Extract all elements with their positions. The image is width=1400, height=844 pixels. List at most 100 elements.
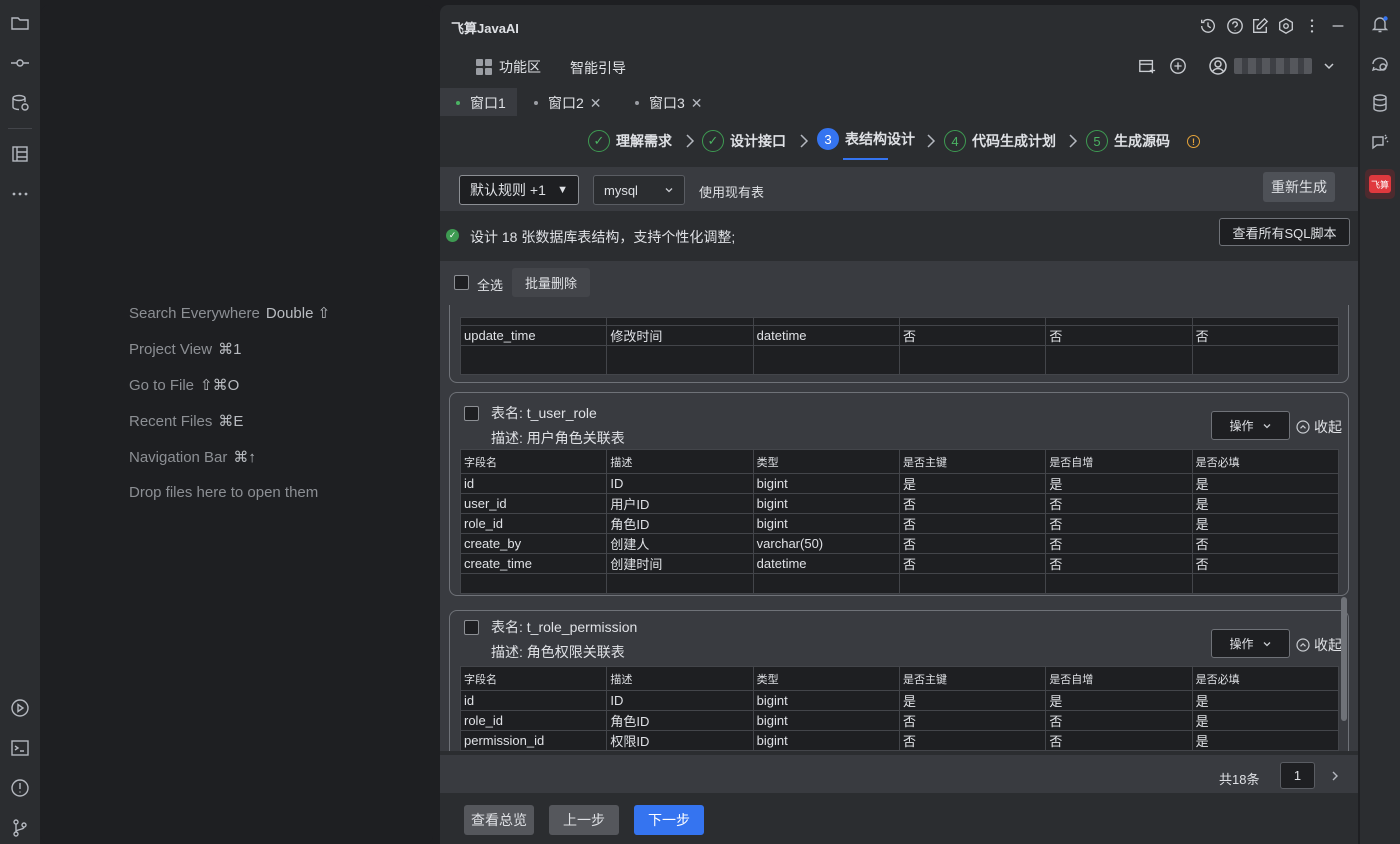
dropdown-arrow-icon: ▼ [557, 184, 568, 196]
view-sql-button[interactable]: 查看所有SQL脚本 [1219, 218, 1350, 246]
folder-icon[interactable] [8, 11, 32, 35]
problems-icon[interactable] [8, 776, 32, 800]
table-row: role_id 角色ID bigint 否否是 [459, 710, 1340, 731]
page-number[interactable]: 1 [1280, 762, 1315, 789]
more-icon[interactable] [8, 182, 32, 206]
step-label: 理解需求 [616, 133, 672, 149]
db-select-value: mysql [604, 182, 638, 198]
left-tool-rail [0, 0, 40, 844]
ai-chat-icon[interactable] [1368, 52, 1392, 76]
chevron-right-icon [686, 134, 695, 148]
notifications-icon[interactable] [1368, 12, 1392, 36]
operations-label: 操作 [1229, 419, 1254, 433]
select-all-checkbox[interactable] [454, 275, 469, 290]
table-row: user_id 用户ID bigint 否否是 [459, 493, 1340, 514]
database-tools-icon[interactable] [8, 91, 32, 115]
help-icon[interactable] [1225, 16, 1245, 36]
operations-button[interactable]: 操作 [1211, 629, 1290, 658]
user-avatar-icon [1209, 57, 1227, 75]
ai-assistant-icon[interactable] [1368, 131, 1392, 155]
tab-status-dot [635, 101, 639, 105]
settings-icon[interactable] [1276, 16, 1296, 36]
hint-drop-files: Drop files here to open them [129, 484, 319, 501]
overview-button[interactable]: 查看总览 [464, 805, 534, 835]
table-row: role_id 角色ID bigint 否否是 [459, 513, 1340, 534]
chevron-right-icon [800, 134, 809, 148]
check-icon: ✓ [702, 130, 724, 152]
chevron-down-icon [1324, 63, 1334, 70]
history-icon[interactable] [1198, 16, 1218, 36]
commit-icon[interactable] [8, 51, 32, 75]
features-nav[interactable]: 功能区 [476, 57, 541, 77]
edit-icon[interactable] [1250, 16, 1270, 36]
step-number: 5 [1086, 130, 1108, 152]
minimize-icon[interactable] [1328, 16, 1348, 36]
tab-window-2[interactable]: 窗口2 ✕ [534, 90, 602, 116]
collapse-button[interactable]: 收起 [1296, 417, 1342, 437]
git-branch-icon[interactable] [8, 816, 32, 840]
chevron-down-icon [1263, 423, 1270, 428]
feisuan-logo-icon: 飞算 [1369, 175, 1391, 193]
table-checkbox[interactable] [464, 406, 479, 421]
prev-step-button[interactable]: 上一步 [549, 805, 619, 835]
table-card-partial: update_time 修改时间 datetime 否 否 否 [449, 305, 1349, 383]
guide-nav[interactable]: 智能引导 [570, 58, 626, 78]
user-menu[interactable] [1208, 56, 1336, 76]
next-page-icon[interactable] [1329, 769, 1341, 783]
run-icon[interactable] [8, 696, 32, 720]
step-number: 4 [944, 130, 966, 152]
table-row: id ID bigint 是是是 [459, 473, 1340, 494]
structure-icon[interactable] [8, 142, 32, 166]
step-table-design[interactable]: 3 表结构设计 [817, 126, 915, 152]
feisuan-plugin-button[interactable]: 飞算 [1365, 169, 1395, 199]
tab-window-3[interactable]: 窗口3 ✕ [635, 90, 703, 116]
feisuan-panel: 飞算JavaAI 功能区 智能引导 窗口1 窗口2 ✕ 窗口3 ✕ ✓ 理解需求… [440, 5, 1358, 844]
design-summary-text: 设计 18 张数据库表结构，支持个性化调整; [470, 229, 736, 245]
next-step-button[interactable]: 下一步 [634, 805, 704, 835]
design-toolbar: 默认规则 +1 ▼ mysql 使用现有表 重新生成 [440, 167, 1358, 211]
step-api-design[interactable]: ✓ 设计接口 [702, 128, 786, 154]
use-existing-table[interactable]: 使用现有表 [699, 182, 764, 201]
chevron-down-icon [665, 188, 673, 193]
table-desc: 描述: 角色权限关联表 [491, 644, 625, 660]
database-icon[interactable] [1368, 91, 1392, 115]
step-label: 生成源码 [1114, 133, 1170, 149]
step-generate-source[interactable]: 5 生成源码 [1086, 128, 1170, 154]
more-options-icon[interactable] [1302, 16, 1322, 36]
table-header-row: 字段名 描述 类型 是否主键 是否自增 是否必填 [459, 666, 1340, 691]
hint-search-everywhere: Search Everywhere Double ⇧ [129, 305, 331, 322]
new-window-icon[interactable] [1137, 56, 1157, 76]
batch-delete-button[interactable]: 批量删除 [512, 268, 590, 297]
panel-title: 飞算JavaAI [451, 21, 519, 36]
add-icon[interactable] [1168, 56, 1188, 76]
operations-button[interactable]: 操作 [1211, 411, 1290, 440]
editor-empty-state: Search Everywhere Double ⇧ Project View ⌘1… [41, 5, 433, 844]
db-select[interactable]: mysql [593, 175, 685, 205]
table-header-row: 字段名 描述 类型 是否主键 是否自增 是否必填 [459, 449, 1340, 474]
step-understand[interactable]: ✓ 理解需求 [588, 128, 672, 154]
grid-icon [476, 59, 492, 75]
tab-label: 窗口2 [548, 95, 584, 111]
design-summary-bar: ✓ 设计 18 张数据库表结构，支持个性化调整; 查看所有SQL脚本 [440, 211, 1358, 261]
step-code-plan[interactable]: 4 代码生成计划 [944, 128, 1056, 154]
step-label: 代码生成计划 [972, 133, 1056, 149]
table-row: create_by 创建人 varchar(50) 否否否 [459, 533, 1340, 554]
table-row: id ID bigint 是是是 [459, 690, 1340, 711]
step-label: 设计接口 [730, 133, 786, 149]
active-step-underline [843, 158, 888, 160]
close-icon[interactable]: ✕ [590, 95, 602, 112]
table-checkbox[interactable] [464, 620, 479, 635]
close-icon[interactable]: ✕ [691, 95, 703, 112]
terminal-icon[interactable] [8, 736, 32, 760]
collapse-up-icon [1296, 420, 1310, 434]
select-all-label: 全选 [477, 278, 504, 293]
hint-navigation-bar: Navigation Bar ⌘↑ [129, 449, 256, 466]
regenerate-button[interactable]: 重新生成 [1263, 172, 1335, 202]
tab-status-dot [456, 101, 460, 105]
rule-select[interactable]: 默认规则 +1 ▼ [459, 175, 579, 205]
info-icon[interactable]: ! [1187, 135, 1200, 148]
tab-window-1[interactable]: 窗口1 [456, 90, 506, 116]
table-list: update_time 修改时间 datetime 否 否 否 表名: t_us… [440, 305, 1358, 751]
scrollbar-thumb[interactable] [1341, 597, 1347, 721]
collapse-button[interactable]: 收起 [1296, 635, 1342, 655]
